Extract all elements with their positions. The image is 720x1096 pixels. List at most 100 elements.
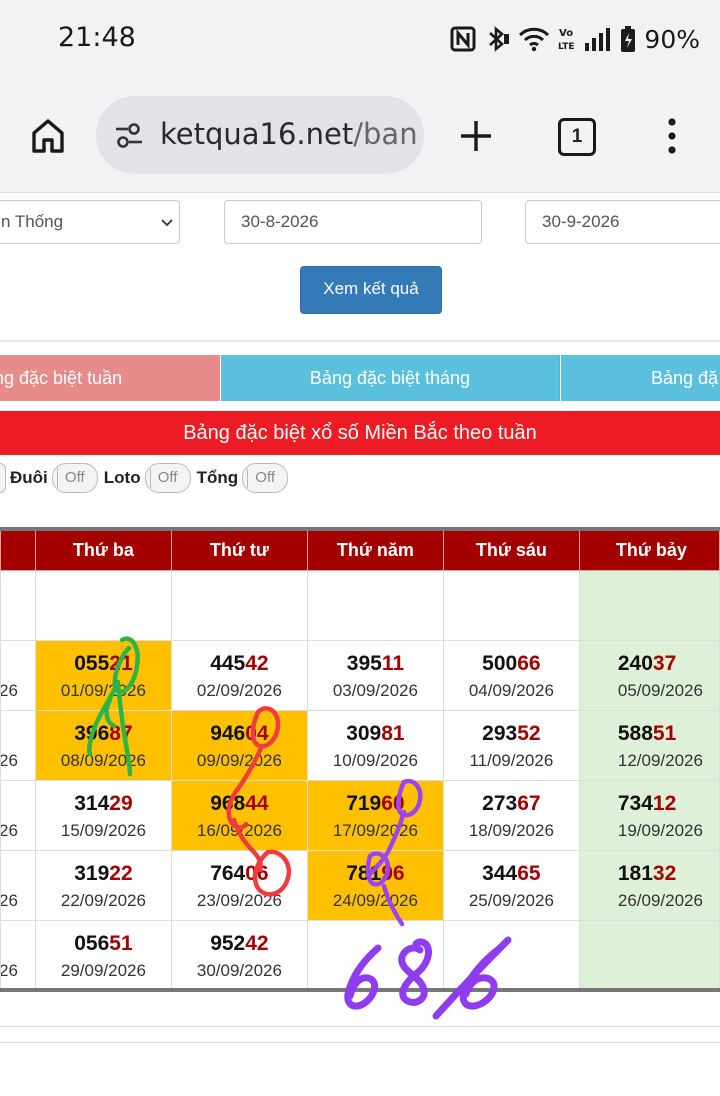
result-number: 73412: [618, 792, 719, 816]
wifi-icon: [519, 27, 550, 52]
result-tail: 60: [381, 792, 405, 815]
url-path: /ban: [353, 117, 418, 151]
result-number: 31922: [36, 862, 170, 886]
table-row-empty: [0, 569, 720, 641]
result-date: 08/09/2026: [60, 751, 146, 770]
result-cell: 78196 24/09/2026: [306, 849, 444, 921]
result-number: 05651: [36, 932, 170, 956]
result-cell: 05521 01/09/2026: [34, 639, 172, 711]
result-date: 11/09/2026: [469, 751, 554, 770]
result-date: 17/09/2026: [332, 821, 418, 840]
result-tail: 42: [245, 932, 269, 955]
result-head: 734: [617, 792, 653, 815]
result-number: 30981: [308, 722, 442, 746]
result-number: 31429: [36, 792, 170, 816]
result-tail: 87: [109, 722, 133, 745]
view-results-button[interactable]: Xem kết quả: [300, 266, 442, 314]
date-cut-cell: 26: [0, 779, 36, 851]
result-tail: 11: [381, 652, 405, 675]
result-cell: 76406 23/09/2026: [170, 849, 308, 921]
result-date: 15/09/2026: [60, 821, 146, 840]
tab-other[interactable]: Bảng đặ: [561, 355, 720, 401]
result-cell: 31922 22/09/2026: [34, 849, 172, 921]
result-tail: 67: [517, 792, 541, 815]
tab-monthly[interactable]: Bảng đặc biệt tháng: [221, 355, 560, 401]
table-cell: [306, 569, 444, 641]
result-head: 344: [482, 862, 518, 885]
toggle-duoi[interactable]: Off: [51, 463, 98, 493]
table-cell: [442, 569, 580, 641]
result-number: 94604: [172, 722, 306, 746]
new-tab-icon[interactable]: [458, 118, 494, 154]
result-cell: 39687 08/09/2026: [34, 709, 172, 781]
result-cell: [578, 919, 720, 991]
result-tail: 06: [245, 862, 269, 885]
url-text[interactable]: ketqua16.net/ban: [160, 117, 418, 151]
date-from-input[interactable]: 30-8-2026: [224, 200, 482, 244]
result-date: 26/09/2026: [617, 891, 703, 910]
battery-percent: 90%: [644, 24, 700, 54]
result-date: 05/09/2026: [617, 681, 703, 700]
nfc-icon: [450, 26, 476, 52]
tab-weekly[interactable]: ng đặc biệt tuần: [0, 355, 220, 401]
toggle-cut[interactable]: [0, 463, 6, 493]
header-tuesday: Thứ ba: [34, 528, 172, 571]
date-label: 26: [0, 751, 18, 770]
result-tail: 37: [652, 652, 677, 675]
result-cell: 96844 16/09/2026: [170, 779, 308, 851]
result-cell: 73412 19/09/2026: [578, 779, 720, 851]
tab-weekly-label: ng đặc biệt tuần: [0, 368, 123, 388]
battery-icon: [621, 26, 636, 52]
address-bar[interactable]: ketqua16.net/ban: [96, 96, 424, 174]
result-cell: 95242 30/09/2026: [170, 919, 308, 991]
header-wednesday: Thứ tư: [170, 528, 308, 571]
date-to-input[interactable]: 30-9-2026: [525, 200, 720, 244]
tab-switcher-button[interactable]: 1: [558, 118, 596, 156]
toggle-tong[interactable]: Off: [242, 463, 289, 493]
result-date: 19/09/2026: [617, 821, 703, 840]
table-cell: [578, 569, 720, 641]
result-head: 055: [74, 652, 110, 675]
result-tail: 51: [652, 722, 677, 745]
result-head: 952: [210, 932, 246, 955]
header-friday: Thứ sáu: [442, 528, 580, 571]
result-date: 01/09/2026: [60, 681, 146, 700]
table-row: 26 05521 01/09/2026 44542 02/09/2026 39511 03/…: [0, 639, 720, 711]
result-head: 946: [210, 722, 246, 745]
region-select[interactable]: n Thống: [0, 200, 180, 244]
result-number: 71960: [308, 792, 442, 816]
result-cell: 50066 04/09/2026: [442, 639, 580, 711]
result-number: 34465: [444, 862, 578, 886]
result-cell: 58851 12/09/2026: [578, 709, 720, 781]
table-row: 26 05651 29/09/2026 95242 30/09/2026: [0, 919, 720, 991]
date-label: 26: [0, 681, 18, 700]
result-cell: 18132 26/09/2026: [578, 849, 720, 921]
home-icon[interactable]: [30, 116, 66, 156]
result-head: 764: [210, 862, 246, 885]
result-number: 24037: [618, 652, 719, 676]
chevron-down-icon: [161, 219, 173, 227]
date-label: 26: [0, 891, 18, 910]
date-label: 26: [0, 961, 18, 980]
form-divider: [0, 340, 720, 342]
tab-other-label: Bảng đặ: [651, 368, 719, 388]
menu-icon[interactable]: [664, 116, 680, 156]
header-thursday: Thứ năm: [306, 528, 444, 571]
result-cell: 05651 29/09/2026: [34, 919, 172, 991]
result-head: 445: [210, 652, 246, 675]
results-table: Thứ ba Thứ tư Thứ năm Thứ sáu Thứ bảy 26…: [0, 527, 720, 991]
result-number: 78196: [308, 862, 442, 886]
result-tail: 81: [381, 722, 405, 745]
result-date: 04/09/2026: [468, 681, 554, 700]
result-date: 18/09/2026: [468, 821, 554, 840]
toggle-loto[interactable]: Off: [144, 463, 191, 493]
result-head: 293: [482, 722, 518, 745]
result-head: 968: [210, 792, 246, 815]
result-cell: 34465 25/09/2026: [442, 849, 580, 921]
site-settings-icon[interactable]: [114, 122, 144, 150]
filter-toggles: Đuôi Off Loto Off Tổng Off: [0, 462, 294, 494]
result-head: 240: [617, 652, 653, 675]
result-tail: 21: [109, 652, 133, 675]
result-number: 27367: [444, 792, 578, 816]
divider: [0, 1042, 720, 1043]
